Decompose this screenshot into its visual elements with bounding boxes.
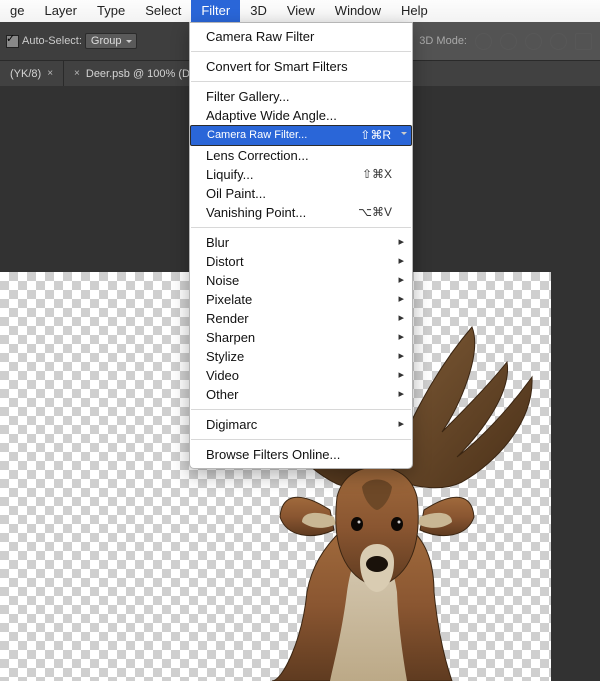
menu-item-video[interactable]: Video xyxy=(190,366,412,385)
menu-item-browse-filters-online[interactable]: Browse Filters Online... xyxy=(190,445,412,464)
menu-item-camera-raw-filter[interactable]: Camera Raw Filter xyxy=(190,27,412,46)
menu-item-label: Sharpen xyxy=(206,328,255,347)
menu-item-label: Lens Correction... xyxy=(206,146,309,165)
menu-filter[interactable]: Filter xyxy=(191,0,240,22)
menu-item-label: Camera Raw Filter... xyxy=(207,126,307,145)
menu-view[interactable]: View xyxy=(277,0,325,22)
menu-type[interactable]: Type xyxy=(87,0,135,22)
menu-item-liquify[interactable]: Liquify... ⇧⌘X xyxy=(190,165,412,184)
menu-select[interactable]: Select xyxy=(135,0,191,22)
close-icon[interactable]: × xyxy=(74,61,80,87)
menu-item-label: Filter Gallery... xyxy=(206,87,290,106)
menu-item-label: Camera Raw Filter xyxy=(206,27,314,46)
menu-item-label: Convert for Smart Filters xyxy=(206,57,348,76)
menu-item-shortcut: ⌥⌘V xyxy=(358,203,392,222)
menu-item-label: Blur xyxy=(206,233,229,252)
orbit-icon[interactable] xyxy=(475,33,492,50)
auto-select-checkbox[interactable] xyxy=(6,35,19,48)
menu-image[interactable]: ge xyxy=(0,0,34,22)
menu-item-label: Noise xyxy=(206,271,239,290)
menu-3d[interactable]: 3D xyxy=(240,0,277,22)
menu-item-blur[interactable]: Blur xyxy=(190,233,412,252)
menubar: ge Layer Type Select Filter 3D View Wind… xyxy=(0,0,600,23)
menu-item-lens-correction[interactable]: Lens Correction... xyxy=(190,146,412,165)
menu-separator xyxy=(191,51,411,52)
menu-item-label: Browse Filters Online... xyxy=(206,445,340,464)
auto-select-label: Auto-Select: xyxy=(22,35,82,47)
menu-item-label: Pixelate xyxy=(206,290,252,309)
menu-item-label: Render xyxy=(206,309,249,328)
menu-item-label: Digimarc xyxy=(206,415,257,434)
menu-item-other[interactable]: Other xyxy=(190,385,412,404)
menu-item-pixelate[interactable]: Pixelate xyxy=(190,290,412,309)
menu-layer[interactable]: Layer xyxy=(34,0,87,22)
zoom-icon[interactable] xyxy=(575,33,592,50)
menu-item-label: Other xyxy=(206,385,239,404)
filter-menu: Camera Raw Filter Convert for Smart Filte… xyxy=(189,22,413,469)
close-icon[interactable]: × xyxy=(47,61,53,87)
menu-item-label: Stylize xyxy=(206,347,244,366)
menu-item-adaptive-wide-angle[interactable]: Adaptive Wide Angle... xyxy=(190,106,412,125)
menu-item-distort[interactable]: Distort xyxy=(190,252,412,271)
menu-item-sharpen[interactable]: Sharpen xyxy=(190,328,412,347)
tab-label: (YK/8) xyxy=(10,61,41,87)
menu-item-convert-for-smart-filters[interactable]: Convert for Smart Filters xyxy=(190,57,412,76)
menu-item-label: Distort xyxy=(206,252,244,271)
auto-select-dropdown[interactable]: Group xyxy=(85,33,137,49)
menu-item-label: Liquify... xyxy=(206,165,253,184)
menu-item-filter-gallery[interactable]: Filter Gallery... xyxy=(190,87,412,106)
menu-item-label: Oil Paint... xyxy=(206,184,266,203)
roll-icon[interactable] xyxy=(500,33,517,50)
menu-separator xyxy=(191,409,411,410)
menu-item-label: Video xyxy=(206,366,239,385)
menu-item-shortcut: ⇧⌘R xyxy=(360,126,391,145)
menu-separator xyxy=(191,227,411,228)
menu-window[interactable]: Window xyxy=(325,0,391,22)
slide-icon[interactable] xyxy=(550,33,567,50)
menu-separator xyxy=(191,81,411,82)
menu-item-digimarc[interactable]: Digimarc xyxy=(190,415,412,434)
menu-item-stylize[interactable]: Stylize xyxy=(190,347,412,366)
3d-mode-label: 3D Mode: xyxy=(419,35,467,47)
menu-item-label: Vanishing Point... xyxy=(206,203,306,222)
menu-item-vanishing-point[interactable]: Vanishing Point... ⌥⌘V xyxy=(190,203,412,222)
tab-doc-1[interactable]: (YK/8)× xyxy=(0,61,64,87)
menu-item-shortcut: ⇧⌘X xyxy=(362,165,392,184)
menu-item-label: Adaptive Wide Angle... xyxy=(206,106,337,125)
menu-separator xyxy=(191,439,411,440)
pan-icon[interactable] xyxy=(525,33,542,50)
menu-help[interactable]: Help xyxy=(391,0,438,22)
menu-item-camera-raw-filter[interactable]: Camera Raw Filter... ⇧⌘R xyxy=(190,125,412,146)
menu-item-render[interactable]: Render xyxy=(190,309,412,328)
menu-item-noise[interactable]: Noise xyxy=(190,271,412,290)
menu-item-oil-paint[interactable]: Oil Paint... xyxy=(190,184,412,203)
